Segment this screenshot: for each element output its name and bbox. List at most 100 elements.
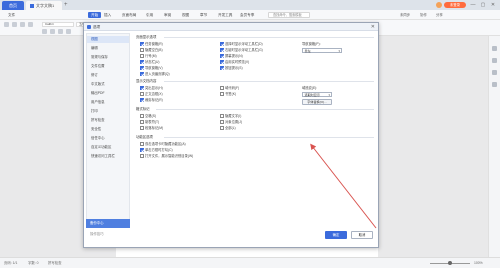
checkbox-icon[interactable]	[220, 126, 224, 130]
option-status-bar[interactable]: 状态栏(U)	[140, 60, 159, 65]
option-header-footer[interactable]: 进入页眉页脚(Q)	[140, 72, 170, 77]
checkbox-icon[interactable]	[140, 142, 144, 146]
word-count[interactable]: 字数: 0	[28, 261, 39, 266]
checkbox-icon[interactable]	[220, 48, 224, 52]
option-object-anchors[interactable]: 对象位置(J)	[220, 120, 242, 125]
edit-icon[interactable]	[492, 58, 497, 63]
nav-pane-position-select[interactable]: 靠左 ▾	[302, 48, 342, 53]
option-float-toolbar-right[interactable]: 右键时显示浮动工具栏(G)	[220, 48, 263, 53]
paste-icon[interactable]	[4, 22, 9, 27]
checkbox-icon[interactable]	[140, 114, 144, 118]
nav-customize-ribbon[interactable]: 自定义功能区	[87, 144, 129, 151]
menu-insert[interactable]: 插入	[104, 12, 111, 18]
cut-icon[interactable]	[12, 22, 17, 27]
collaborate-button[interactable]: 协作	[420, 12, 427, 18]
nav-general-save[interactable]: 常规与保存	[87, 54, 129, 61]
backup-center-button[interactable]: 备份中心	[86, 219, 130, 228]
menu-layout[interactable]: 页面布局	[122, 12, 136, 18]
checkbox-icon[interactable]	[220, 86, 224, 90]
tab-home[interactable]: 首页	[2, 1, 24, 10]
minimize-icon[interactable]: —	[468, 0, 478, 10]
nav-revisions[interactable]: 修订	[87, 72, 129, 79]
maximize-icon[interactable]: ▢	[478, 0, 488, 10]
nav-quick-access[interactable]: 快速访问工具栏	[87, 153, 129, 160]
menu-developer[interactable]: 开发工具	[218, 12, 232, 18]
checkbox-icon[interactable]	[220, 92, 224, 96]
menu-view[interactable]: 视图	[182, 12, 189, 18]
menu-references[interactable]: 引用	[146, 12, 153, 18]
checkbox-icon[interactable]	[140, 98, 144, 102]
login-badge[interactable]: 未登录	[444, 2, 466, 8]
copy-icon[interactable]	[20, 22, 25, 27]
option-spaces[interactable]: 空格(S)	[140, 114, 156, 119]
menu-member[interactable]: 会员专享	[240, 12, 254, 18]
checkbox-icon[interactable]	[220, 66, 224, 70]
underline-icon[interactable]	[58, 29, 63, 34]
checkbox-icon[interactable]	[140, 66, 144, 70]
font-name-select[interactable]: Calibri	[42, 22, 74, 27]
font-color-icon[interactable]	[66, 29, 71, 34]
checkbox-icon[interactable]	[140, 54, 144, 58]
tab-document[interactable]: 文字文稿1	[26, 1, 62, 10]
font-substitution-button[interactable]: 字体替换(O)...	[302, 99, 332, 105]
option-hide-blank[interactable]: 隐藏空白(B)	[140, 48, 163, 53]
checkbox-icon[interactable]	[140, 42, 144, 46]
option-all-marks[interactable]: 全部(L)	[220, 126, 236, 131]
checkbox-icon[interactable]	[140, 72, 144, 76]
option-paragraph-marks[interactable]: 段落标记(M)	[140, 126, 163, 131]
nav-chinese-layout[interactable]: 中文版式	[87, 81, 129, 88]
share-icon[interactable]	[492, 82, 497, 87]
style-icon[interactable]	[492, 46, 497, 51]
zoom-slider-handle[interactable]	[448, 261, 452, 265]
nav-spell-check[interactable]: 拼写检查	[87, 117, 129, 124]
option-field-codes[interactable]: 域代码(F)	[220, 86, 239, 91]
option-tabs[interactable]: 制表符(T)	[140, 120, 159, 125]
checkbox-icon[interactable]	[220, 42, 224, 46]
close-window-icon[interactable]: ✕	[488, 0, 498, 10]
checkbox-icon[interactable]	[140, 126, 144, 130]
option-line-numbers[interactable]: 行号(M)	[140, 54, 157, 59]
checkbox-icon[interactable]	[140, 154, 144, 158]
select-icon[interactable]	[492, 70, 497, 75]
option-crop-marks[interactable]: 裁剪标记(R)	[140, 98, 163, 103]
nav-print[interactable]: 打印	[87, 108, 129, 115]
close-icon[interactable]: ✕	[371, 24, 375, 30]
checkbox-icon[interactable]	[140, 92, 144, 96]
option-bookmarks[interactable]: 书签(K)	[220, 92, 236, 97]
option-task-pane[interactable]: 任务窗格(R)	[140, 42, 163, 47]
checkbox-icon[interactable]	[140, 48, 144, 52]
option-nav-pane[interactable]: 导航窗格(V)	[140, 66, 163, 71]
bold-icon[interactable]	[42, 29, 47, 34]
field-shading-select[interactable]: 选取时显示 ▾	[302, 92, 332, 97]
checkbox-icon[interactable]	[140, 86, 144, 90]
new-tab-icon[interactable]: +	[64, 1, 68, 9]
menu-sections[interactable]: 章节	[200, 12, 207, 18]
option-button-tips[interactable]: 按钮提示(S)	[220, 66, 243, 71]
checkbox-icon[interactable]	[220, 60, 224, 64]
option-text-boundaries[interactable]: 正文边框(X)	[140, 92, 163, 97]
zoom-level[interactable]: 100%	[474, 261, 483, 266]
sync-status[interactable]: 未同步	[400, 12, 410, 18]
nav-security[interactable]: 安全性	[87, 126, 129, 133]
checkbox-icon[interactable]	[220, 114, 224, 118]
menu-file[interactable]: 文件	[8, 12, 15, 18]
nav-file-location[interactable]: 文件位置	[87, 63, 129, 70]
checkbox-icon[interactable]	[220, 120, 224, 124]
search-input[interactable]: 查找命令、搜索模板	[268, 12, 310, 18]
option-hidden-text[interactable]: 隐藏文字(I)	[220, 114, 241, 119]
checkbox-icon[interactable]	[220, 54, 224, 58]
nav-view[interactable]: 视图	[87, 36, 129, 43]
checkbox-icon[interactable]	[140, 120, 144, 124]
cancel-button[interactable]: 取消	[351, 231, 373, 239]
nav-trust-center[interactable]: 信任中心	[87, 135, 129, 142]
option-float-toolbar-select[interactable]: 选择时显示浮动工具栏(D)	[220, 42, 263, 47]
share-button[interactable]: 分享	[436, 12, 443, 18]
avatar[interactable]	[436, 2, 442, 8]
italic-icon[interactable]	[50, 29, 55, 34]
tips-link[interactable]: 操作技巧	[86, 230, 130, 239]
menu-review[interactable]: 审阅	[164, 12, 171, 18]
option-highlight[interactable]: 突出显示(H)	[140, 86, 163, 91]
nav-user-info[interactable]: 用户信息	[87, 99, 129, 106]
nav-edit[interactable]: 编辑	[87, 45, 129, 52]
format-painter-icon[interactable]	[28, 22, 33, 27]
